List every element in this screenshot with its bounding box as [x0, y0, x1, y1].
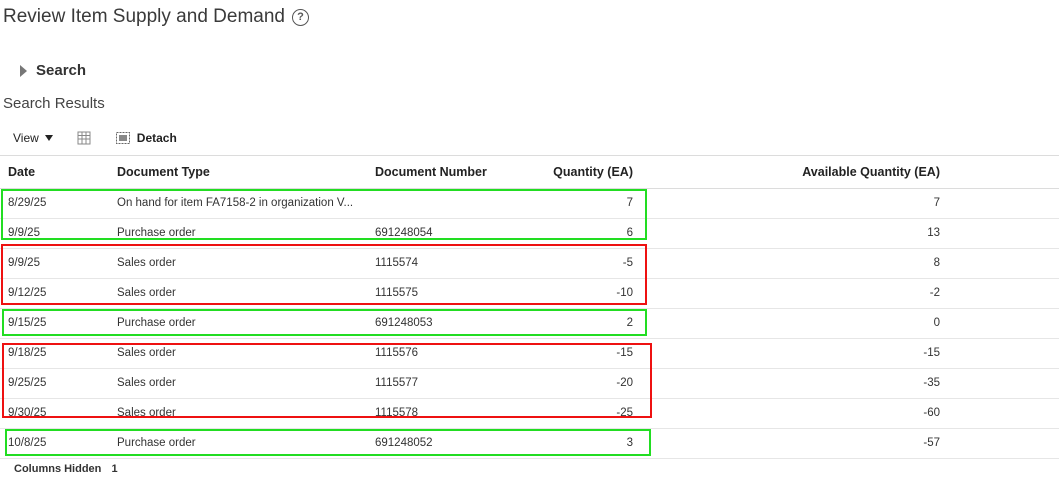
date-cell: 9/18/25 — [8, 347, 47, 359]
available-quantity-cell: 7 — [933, 197, 940, 209]
quantity-cell: 3 — [626, 437, 633, 449]
freeze-columns-icon[interactable] — [77, 131, 91, 145]
page-title-text: Review Item Supply and Demand — [3, 6, 285, 27]
document-type-cell: Sales order — [117, 287, 176, 299]
quantity-cell: 6 — [626, 227, 633, 239]
available-quantity-cell: 8 — [933, 257, 940, 269]
date-cell: 10/8/25 — [8, 437, 47, 449]
document-type-cell: Sales order — [117, 407, 176, 419]
detach-button[interactable]: Detach — [115, 131, 177, 145]
document-number-cell: 691248052 — [375, 437, 433, 449]
table-row[interactable]: 9/25/25 Sales order 1115577 -20 -35 — [0, 369, 1059, 399]
document-number-cell: 691248054 — [375, 227, 433, 239]
table-row[interactable]: 9/30/25 Sales order 1115578 -25 -60 — [0, 399, 1059, 429]
date-cell: 9/30/25 — [8, 407, 47, 419]
document-number-cell: 691248053 — [375, 317, 433, 329]
table-row[interactable]: 9/9/25 Sales order 1115574 -5 8 — [0, 249, 1059, 279]
quantity-cell: -5 — [622, 257, 633, 269]
table-row[interactable]: 9/9/25 Purchase order 691248054 6 13 — [0, 219, 1059, 249]
expand-triangle-icon[interactable] — [20, 64, 27, 77]
date-cell: 9/15/25 — [8, 317, 47, 329]
quantity-cell: 7 — [626, 197, 633, 209]
table-row[interactable]: 8/29/25 On hand for item FA7158-2 in org… — [0, 189, 1059, 219]
help-icon[interactable]: ? — [291, 8, 309, 26]
date-cell: 9/9/25 — [8, 227, 40, 239]
column-header-available-quantity[interactable]: Available Quantity (EA) — [802, 156, 940, 188]
table-row[interactable]: 9/12/25 Sales order 1115575 -10 -2 — [0, 279, 1059, 309]
table-row[interactable]: 10/8/25 Purchase order 691248052 3 -57 — [0, 429, 1059, 459]
document-number-cell: 1115576 — [375, 347, 419, 359]
table-row[interactable]: 9/18/25 Sales order 1115576 -15 -15 — [0, 339, 1059, 369]
table-row[interactable]: 9/15/25 Purchase order 691248053 2 0 — [0, 309, 1059, 339]
document-type-cell: Purchase order — [117, 317, 196, 329]
document-type-cell: Sales order — [117, 347, 176, 359]
quantity-cell: -25 — [616, 407, 633, 419]
detach-icon — [115, 132, 130, 144]
document-number-cell: 1115577 — [375, 377, 419, 389]
supply-demand-table: Date Document Type Document Number Quant… — [0, 155, 1059, 459]
columns-hidden-status: Columns Hidden 1 — [14, 463, 118, 475]
date-cell: 9/25/25 — [8, 377, 47, 389]
quantity-cell: -20 — [616, 377, 633, 389]
column-header-date[interactable]: Date — [8, 156, 35, 188]
quantity-cell: -15 — [616, 347, 633, 359]
date-cell: 9/12/25 — [8, 287, 47, 299]
quantity-cell: -10 — [616, 287, 633, 299]
page-title: Review Item Supply and Demand ? — [3, 6, 309, 28]
date-cell: 8/29/25 — [8, 197, 47, 209]
document-type-cell: On hand for item FA7158-2 in organizatio… — [117, 197, 354, 209]
available-quantity-cell: -15 — [923, 347, 940, 359]
document-number-cell: 1115574 — [375, 257, 419, 269]
detach-label: Detach — [136, 131, 177, 145]
available-quantity-cell: -60 — [923, 407, 940, 419]
column-header-quantity[interactable]: Quantity (EA) — [553, 156, 633, 188]
view-label: View — [13, 131, 39, 145]
document-number-cell: 1115575 — [375, 287, 419, 299]
dropdown-arrow-icon — [44, 135, 53, 141]
date-cell: 9/9/25 — [8, 257, 40, 269]
available-quantity-cell: -57 — [923, 437, 940, 449]
available-quantity-cell: 13 — [927, 227, 940, 239]
document-type-cell: Sales order — [117, 257, 176, 269]
search-disclosure[interactable]: Search — [20, 62, 86, 79]
available-quantity-cell: -35 — [923, 377, 940, 389]
document-type-cell: Purchase order — [117, 227, 196, 239]
search-results-title: Search Results — [3, 95, 105, 112]
columns-hidden-count: 1 — [111, 463, 118, 475]
available-quantity-cell: 0 — [933, 317, 940, 329]
document-type-cell: Purchase order — [117, 437, 196, 449]
columns-hidden-label: Columns Hidden — [14, 463, 102, 475]
document-type-cell: Sales order — [117, 377, 176, 389]
quantity-cell: 2 — [626, 317, 633, 329]
table-header-row: Date Document Type Document Number Quant… — [0, 155, 1059, 189]
view-menu-button[interactable]: View — [13, 131, 53, 145]
available-quantity-cell: -2 — [929, 287, 940, 299]
column-header-document-type[interactable]: Document Type — [117, 156, 367, 188]
search-label: Search — [36, 62, 87, 79]
table-toolbar: View Detach — [13, 128, 177, 148]
document-number-cell: 1115578 — [375, 407, 419, 419]
column-header-document-number[interactable]: Document Number — [375, 156, 487, 188]
